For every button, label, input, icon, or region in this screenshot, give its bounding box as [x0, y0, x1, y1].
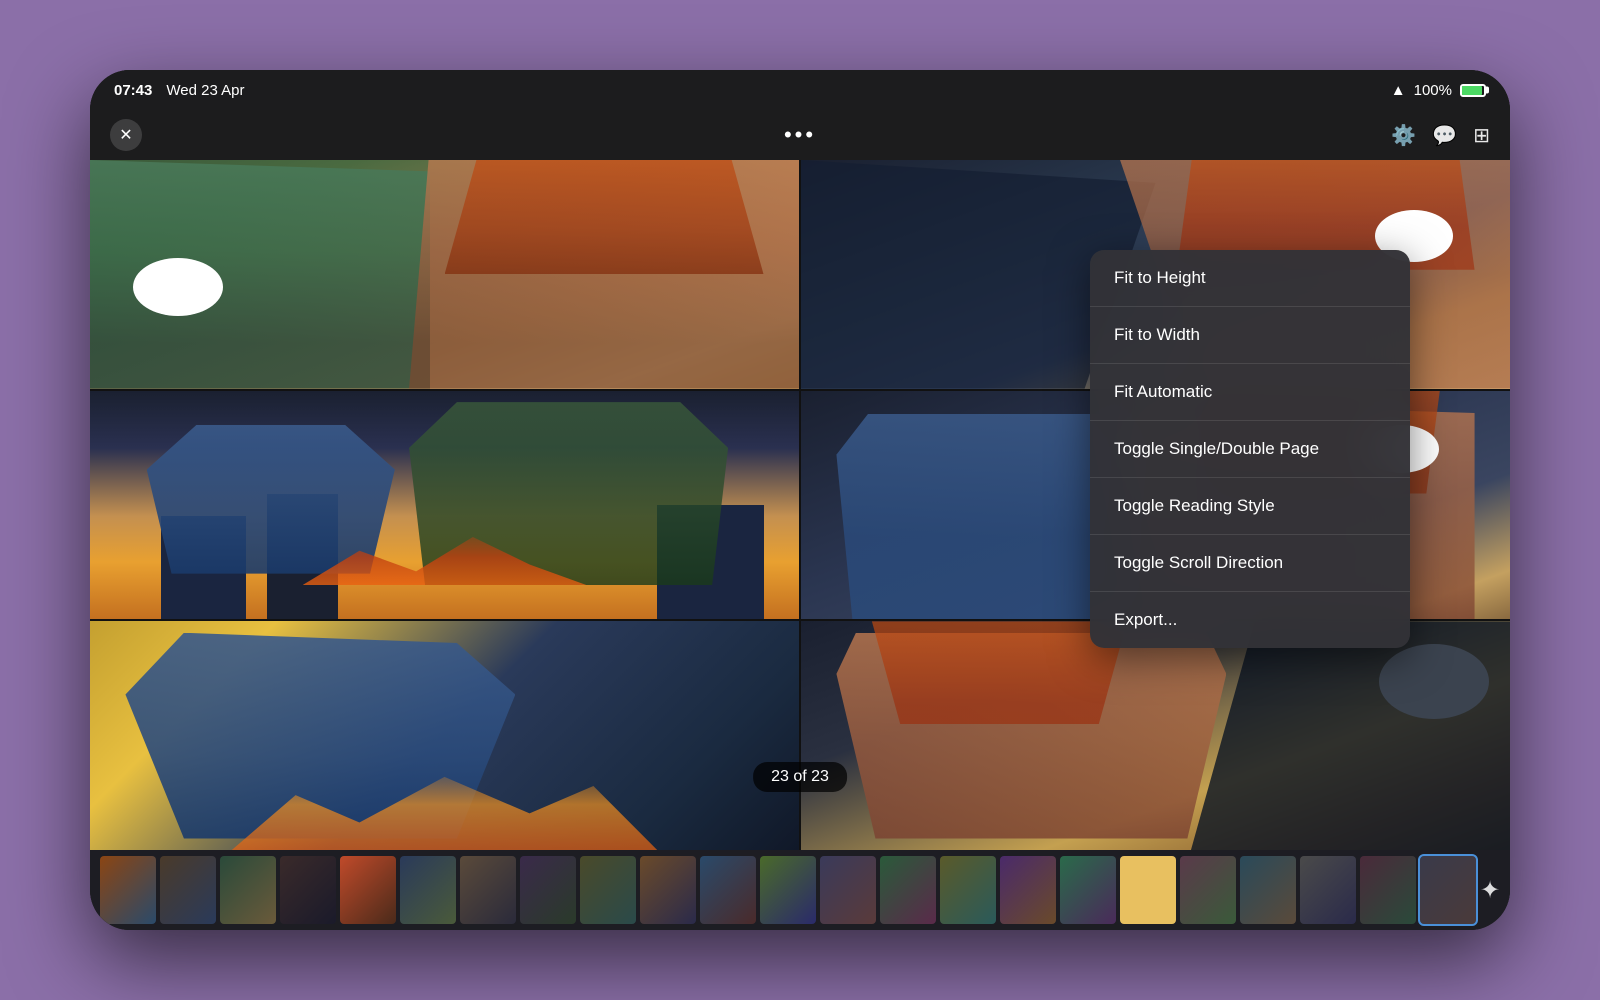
sparkle-button[interactable]: ✦	[1480, 876, 1500, 905]
menu-item-toggle-single-double[interactable]: Toggle Single/Double Page	[1090, 421, 1410, 478]
main-content: 23 of 23 Fit to HeightFit to WidthFit Au…	[90, 160, 1510, 850]
thumbnail-18[interactable]	[1120, 856, 1176, 924]
menu-item-export[interactable]: Export...	[1090, 592, 1410, 648]
thumbnail-12[interactable]	[760, 856, 816, 924]
close-button[interactable]: ✕	[110, 119, 142, 151]
thumbnail-11[interactable]	[700, 856, 756, 924]
thumbnail-17[interactable]	[1060, 856, 1116, 924]
thumbnail-2[interactable]	[160, 856, 216, 924]
status-bar: 07:43 Wed 23 Apr ▲ 100%	[90, 70, 1510, 110]
menu-item-fit-to-width[interactable]: Fit to Width	[1090, 307, 1410, 364]
thumbnail-21[interactable]	[1300, 856, 1356, 924]
strip-actions: ✦ 1 ↩	[1480, 876, 1510, 905]
thumbnail-13[interactable]	[820, 856, 876, 924]
share-icon[interactable]: 💬	[1432, 123, 1457, 148]
dropdown-menu: Fit to HeightFit to WidthFit AutomaticTo…	[1090, 250, 1410, 648]
comic-panel-1	[90, 160, 799, 389]
thumbnail-8[interactable]	[520, 856, 576, 924]
thumbnail-3[interactable]	[220, 856, 276, 924]
thumbnail-16[interactable]	[1000, 856, 1056, 924]
thumbnail-22[interactable]	[1360, 856, 1416, 924]
nav-left: ✕	[110, 119, 310, 151]
nav-right: ⚙️ 💬 ⊞	[1290, 123, 1490, 148]
status-right: ▲ 100%	[1391, 82, 1486, 99]
menu-item-fit-to-height[interactable]: Fit to Height	[1090, 250, 1410, 307]
comic-panel-6	[801, 621, 1510, 850]
thumbnail-20[interactable]	[1240, 856, 1296, 924]
comic-panel-5	[90, 621, 799, 850]
thumbnail-6[interactable]	[400, 856, 456, 924]
settings-icon[interactable]: ⚙️	[1391, 123, 1416, 148]
thumbnail-strip: ✦ 1 ↩	[90, 850, 1510, 930]
nav-dots: •••	[784, 122, 816, 148]
thumbnail-10[interactable]	[640, 856, 696, 924]
battery-icon	[1460, 84, 1486, 97]
grid-icon[interactable]: ⊞	[1473, 123, 1490, 148]
comic-panel-3	[90, 391, 799, 620]
thumbnail-5[interactable]	[340, 856, 396, 924]
thumbnail-19[interactable]	[1180, 856, 1236, 924]
thumbnail-15[interactable]	[940, 856, 996, 924]
speech-bubble-1	[133, 258, 223, 316]
battery-percent: 100%	[1414, 82, 1452, 99]
close-icon: ✕	[119, 125, 132, 145]
thumbnail-23[interactable]	[1420, 856, 1476, 924]
tablet-frame: 07:43 Wed 23 Apr ▲ 100% ✕ •••	[90, 70, 1510, 930]
nav-center: •••	[310, 122, 1290, 148]
thumbnail-14[interactable]	[880, 856, 936, 924]
status-time: 07:43	[114, 82, 152, 99]
status-date: Wed 23 Apr	[166, 82, 244, 99]
thumbnail-1[interactable]	[100, 856, 156, 924]
menu-item-fit-automatic[interactable]: Fit Automatic	[1090, 364, 1410, 421]
tablet-screen: 07:43 Wed 23 Apr ▲ 100% ✕ •••	[90, 70, 1510, 930]
wifi-icon: ▲	[1391, 82, 1406, 99]
thumbnail-7[interactable]	[460, 856, 516, 924]
nav-bar: ✕ ••• ⚙️ 💬 ⊞	[90, 110, 1510, 160]
thumbnail-4[interactable]	[280, 856, 336, 924]
menu-item-toggle-scroll-direction[interactable]: Toggle Scroll Direction	[1090, 535, 1410, 592]
page-counter: 23 of 23	[753, 762, 847, 792]
menu-item-toggle-reading-style[interactable]: Toggle Reading Style	[1090, 478, 1410, 535]
thumbnail-9[interactable]	[580, 856, 636, 924]
